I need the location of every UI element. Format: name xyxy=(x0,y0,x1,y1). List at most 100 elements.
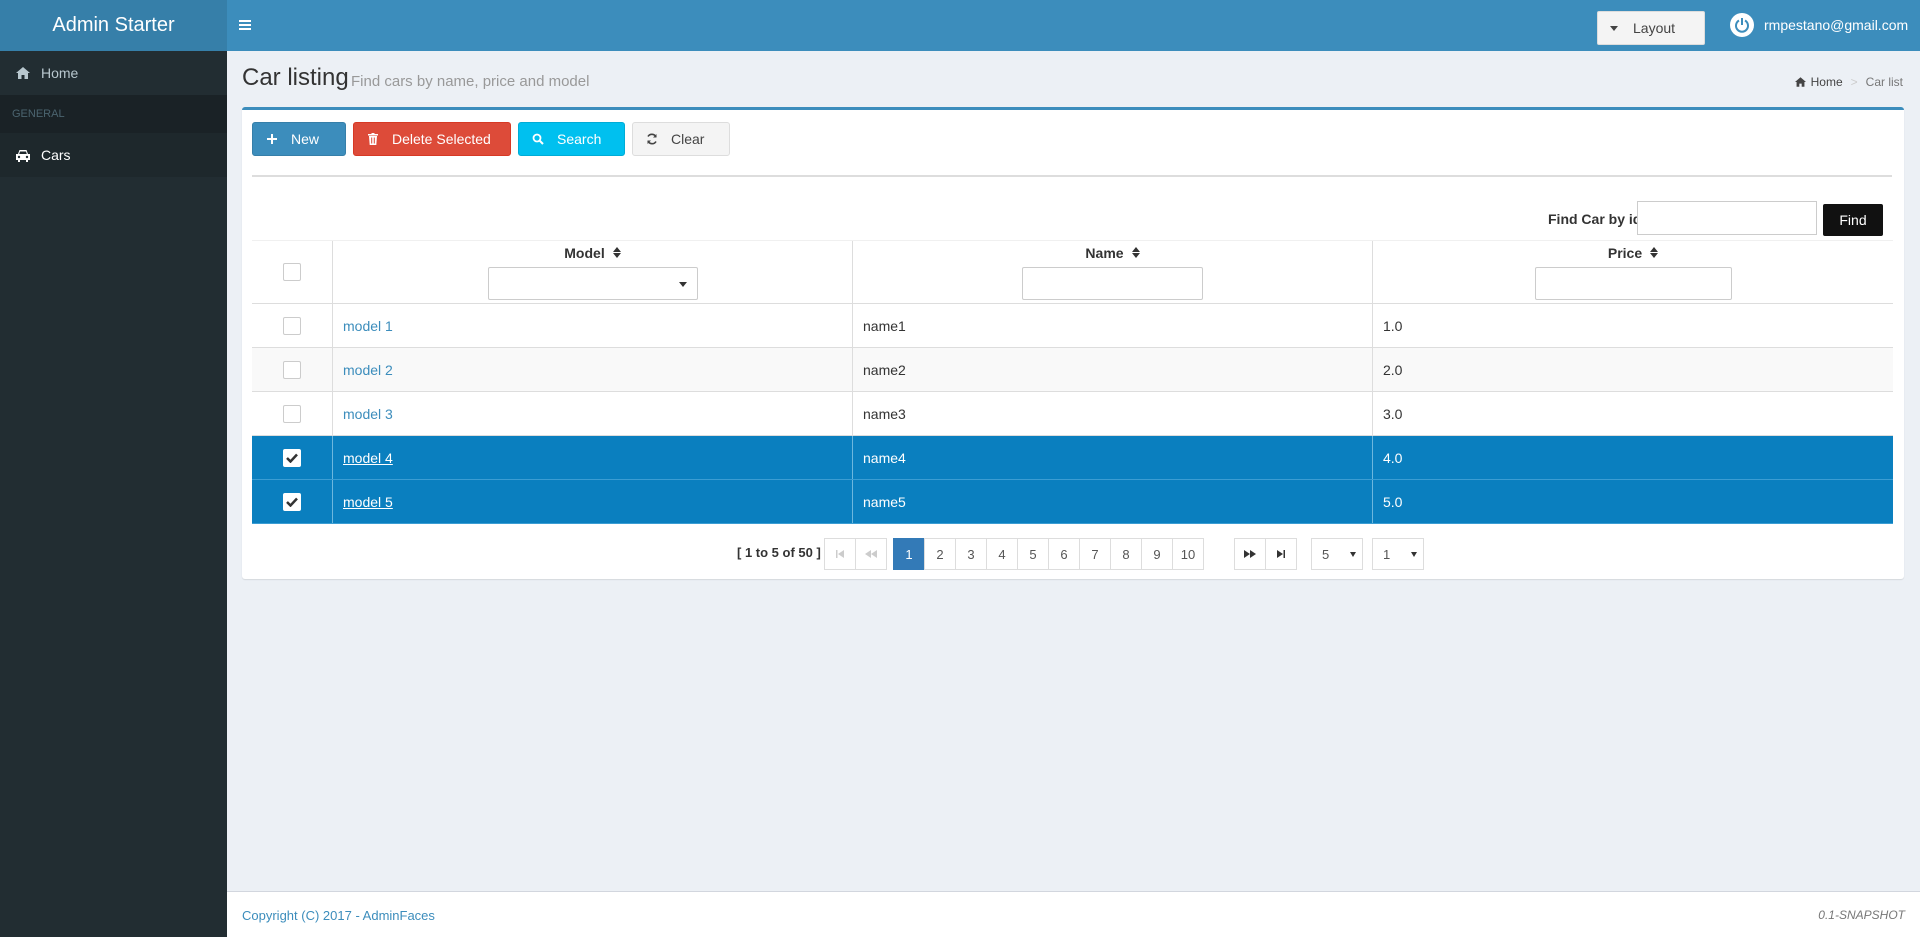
paginator-summary: [ 1 to 5 of 50 ] xyxy=(737,545,821,560)
sidebar: Admin Starter Home GENERAL Cars xyxy=(0,0,227,937)
layout-label: Layout xyxy=(1633,20,1676,36)
footer-version: 0.1-SNAPSHOT xyxy=(1818,908,1905,922)
table-row-selected[interactable]: model 4 name4 4.0 xyxy=(252,436,1893,480)
name-column-title: Name xyxy=(1085,244,1124,261)
page-button[interactable]: 10 xyxy=(1172,538,1204,570)
select-all-cell xyxy=(252,241,333,303)
breadcrumb: Home > Car list xyxy=(1794,75,1903,89)
car-icon xyxy=(15,148,31,162)
name-column-header: Name xyxy=(853,241,1373,303)
first-page-icon[interactable] xyxy=(824,538,856,570)
name-filter-input[interactable] xyxy=(1022,266,1203,300)
checkmark-icon xyxy=(286,497,298,507)
paginator: [ 1 to 5 of 50 ] 1 2 3 4 5 6 7 8 9 10 5 … xyxy=(252,531,1893,575)
page-button[interactable]: 7 xyxy=(1079,538,1111,570)
sort-icon xyxy=(1131,247,1140,258)
page-button[interactable]: 9 xyxy=(1141,538,1173,570)
prev-page-icon[interactable] xyxy=(855,538,887,570)
rows-per-page-select[interactable]: 5 xyxy=(1311,538,1363,570)
new-button[interactable]: New xyxy=(252,122,346,156)
model-link[interactable]: model 4 xyxy=(343,450,393,466)
page-button[interactable]: 2 xyxy=(924,538,956,570)
table-header-row: Model Name Price xyxy=(252,240,1893,304)
row-select-cell xyxy=(252,480,333,523)
clear-button[interactable]: Clear xyxy=(632,122,730,156)
rows-per-page-value: 5 xyxy=(1322,546,1330,562)
model-cell: model 2 xyxy=(333,348,853,391)
car-listing-panel: New Delete Selected Search Clear Find Ca… xyxy=(242,107,1904,579)
delete-selected-button[interactable]: Delete Selected xyxy=(353,122,511,156)
price-sort-header[interactable]: Price xyxy=(1607,244,1659,261)
model-link[interactable]: model 5 xyxy=(343,494,393,510)
caret-down-icon xyxy=(1411,552,1417,557)
model-cell: model 3 xyxy=(333,392,853,435)
footer: Copyright (C) 2017 - AdminFaces 0.1-SNAP… xyxy=(227,891,1920,937)
search-icon xyxy=(531,133,545,145)
sidebar-item-label: Home xyxy=(41,65,79,81)
row-checkbox[interactable] xyxy=(283,316,301,335)
name-sort-header[interactable]: Name xyxy=(1085,244,1140,261)
sidebar-toggle-icon[interactable] xyxy=(239,14,261,36)
caret-down-icon xyxy=(1610,25,1618,31)
sidebar-item-cars[interactable]: Cars xyxy=(0,133,227,177)
price-cell: 3.0 xyxy=(1383,405,1403,422)
home-icon xyxy=(15,66,31,80)
row-select-cell xyxy=(252,392,333,435)
new-button-label: New xyxy=(291,131,320,147)
page-subtitle: Find cars by name, price and model xyxy=(351,73,590,90)
row-checkbox-checked[interactable] xyxy=(283,448,301,467)
jump-to-page-select[interactable]: 1 xyxy=(1372,538,1424,570)
last-page-icon[interactable] xyxy=(1265,538,1297,570)
app-logo[interactable]: Admin Starter xyxy=(0,0,227,51)
footer-copyright-link[interactable]: Copyright (C) 2017 - AdminFaces xyxy=(242,908,435,923)
page-button[interactable]: 5 xyxy=(1017,538,1049,570)
name-cell: name4 xyxy=(853,436,1373,479)
sidebar-section-header: GENERAL xyxy=(0,95,227,133)
sort-icon xyxy=(1650,247,1659,258)
paginator-next-group xyxy=(1234,538,1297,570)
page-button[interactable]: 8 xyxy=(1110,538,1142,570)
next-page-icon[interactable] xyxy=(1234,538,1266,570)
row-checkbox[interactable] xyxy=(283,404,301,423)
model-cell: model 5 xyxy=(333,480,853,523)
home-icon xyxy=(1794,77,1806,87)
breadcrumb-current: Car list xyxy=(1865,75,1903,89)
layout-dropdown-button[interactable]: Layout xyxy=(1597,11,1705,45)
model-link[interactable]: model 3 xyxy=(343,406,393,422)
page-numbers: 1 2 3 4 5 6 7 8 9 10 xyxy=(893,538,1204,570)
model-filter-select[interactable] xyxy=(487,266,698,300)
search-button-label: Search xyxy=(557,131,602,147)
top-navbar: Layout rmpestano@gmail.com xyxy=(227,0,1920,51)
model-link[interactable]: model 1 xyxy=(343,318,393,334)
page-button[interactable]: 6 xyxy=(1048,538,1080,570)
page-button[interactable]: 4 xyxy=(986,538,1018,570)
name-cell: name5 xyxy=(853,480,1373,523)
trash-icon xyxy=(366,133,380,145)
row-select-cell xyxy=(252,304,333,347)
table-row[interactable]: model 3 name3 3.0 xyxy=(252,392,1893,436)
model-link[interactable]: model 2 xyxy=(343,362,393,378)
page-button[interactable]: 1 xyxy=(893,538,925,570)
price-cell: 2.0 xyxy=(1383,361,1403,378)
search-button[interactable]: Search xyxy=(518,122,625,156)
model-sort-header[interactable]: Model xyxy=(564,244,621,261)
table-row[interactable]: model 2 name2 2.0 xyxy=(252,348,1893,392)
table-row[interactable]: model 1 name1 1.0 xyxy=(252,304,1893,348)
breadcrumb-home-link[interactable]: Home xyxy=(1811,75,1843,89)
page-button[interactable]: 3 xyxy=(955,538,987,570)
row-checkbox-checked[interactable] xyxy=(283,492,301,511)
price-column-title: Price xyxy=(1607,244,1643,261)
clear-button-label: Clear xyxy=(671,131,705,147)
find-button[interactable]: Find xyxy=(1823,204,1883,236)
find-by-id-input[interactable] xyxy=(1637,201,1817,235)
price-filter-input[interactable] xyxy=(1534,266,1732,300)
row-checkbox[interactable] xyxy=(283,360,301,379)
sidebar-item-label: Cars xyxy=(41,147,71,163)
model-column-header: Model xyxy=(333,241,853,303)
select-all-checkbox[interactable] xyxy=(283,263,301,281)
user-menu[interactable]: rmpestano@gmail.com xyxy=(1730,13,1908,37)
row-select-cell xyxy=(252,436,333,479)
sidebar-item-home[interactable]: Home xyxy=(0,51,227,95)
table-row-selected[interactable]: model 5 name5 5.0 xyxy=(252,480,1893,524)
model-column-title: Model xyxy=(564,244,605,261)
